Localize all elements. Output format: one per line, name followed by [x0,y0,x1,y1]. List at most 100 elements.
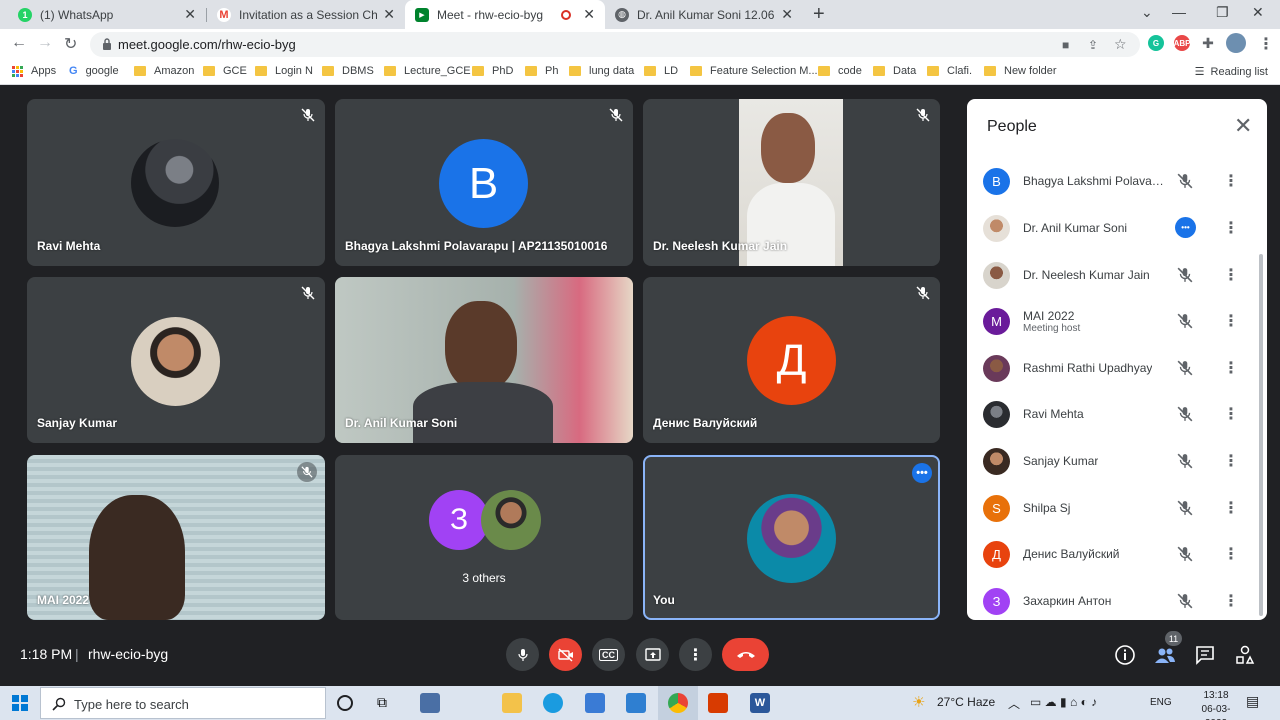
bookmark-dbms[interactable]: DBMS [322,65,374,77]
mail-icon[interactable] [626,693,646,713]
browser-tab-gmail[interactable]: M Invitation as a Session Chair/ Co ✕ [207,0,405,29]
extensions-puzzle-icon[interactable]: ✚ [1200,35,1216,51]
task-view-icon[interactable]: ⧉ [377,694,397,714]
notifications-icon[interactable]: ▤ [1246,693,1259,710]
weather-text[interactable]: 27°C Haze [937,695,995,709]
mic-off-icon[interactable] [1177,453,1193,469]
participant-row[interactable]: Dr. Anil Kumar Soni ••• ⋮ [967,210,1257,256]
close-tab-icon[interactable]: ✕ [184,6,196,23]
chrome-menu-icon[interactable]: ⋮ [1258,34,1274,54]
meeting-details-info-icon[interactable] [1114,644,1136,666]
mic-off-icon[interactable] [1177,546,1193,562]
browser-tab-meet[interactable]: ▶ Meet - rhw-ecio-byg ✕ [405,0,605,29]
more-vert-icon[interactable]: ⋮ [1223,404,1239,424]
bookmark-apps[interactable]: Apps [12,65,56,77]
more-vert-icon[interactable]: ⋮ [1223,591,1239,611]
people-scrollbar[interactable] [1259,254,1263,616]
more-options-icon[interactable]: ••• [912,463,932,483]
more-options-button[interactable]: ⋮ [679,638,712,671]
close-window-icon[interactable]: ✕ [1252,4,1264,21]
participant-tile-anil-soni[interactable]: Dr. Anil Kumar Soni [335,277,633,443]
present-screen-button[interactable] [636,638,669,671]
participant-row[interactable]: M MAI 2022 Meeting host ⋮ [967,303,1257,349]
bookmark-new-folder[interactable]: New folder [984,65,1057,77]
browser-tab-whatsapp[interactable]: 1 (1) WhatsApp ✕ [8,0,206,29]
participant-tile-sanjay[interactable]: Sanjay Kumar [27,277,325,443]
minimize-icon[interactable]: — [1172,4,1186,20]
more-vert-icon[interactable]: ⋮ [1223,171,1239,191]
participant-row[interactable]: Rashmi Rathi Upadhyay ⋮ [967,350,1257,396]
bookmark-star-icon[interactable]: ☆ [1114,36,1127,53]
microsoft-store-icon[interactable] [585,693,605,713]
mic-off-icon[interactable] [1177,267,1193,283]
forward-arrow-icon[interactable]: → [37,34,53,52]
profile-avatar[interactable] [1226,33,1246,53]
participant-tile-mai-2022[interactable]: MAI 2022 [27,455,325,620]
participant-row[interactable]: Ravi Mehta ⋮ [967,396,1257,442]
maximize-icon[interactable]: ❐ [1216,4,1229,21]
close-tab-icon[interactable]: ✕ [383,6,395,23]
participant-tile-ravi-mehta[interactable]: Ravi Mehta [27,99,325,266]
participant-tile-you[interactable]: ••• You [643,455,940,620]
more-vert-icon[interactable]: ⋮ [1223,311,1239,331]
captions-button[interactable]: CC [592,638,625,671]
more-vert-icon[interactable]: ⋮ [1223,265,1239,285]
word-icon[interactable]: W [750,693,770,713]
back-arrow-icon[interactable]: ← [11,34,27,52]
bookmark-data[interactable]: Data [873,65,916,77]
reload-icon[interactable]: ↻ [64,34,77,54]
bookmark-login[interactable]: Login N [255,65,313,77]
more-vert-icon[interactable]: ⋮ [1223,451,1239,471]
close-tab-icon[interactable]: ✕ [781,6,793,23]
bookmark-lung-data[interactable]: lung data [569,65,634,77]
more-vert-icon[interactable]: ⋮ [1223,218,1239,238]
tab-search-chevron-icon[interactable]: ⌄ [1141,4,1153,21]
participant-row[interactable]: Dr. Neelesh Kumar Jain ⋮ [967,257,1257,303]
participant-row[interactable]: Д Денис Валуйский ⋮ [967,536,1257,582]
share-icon[interactable]: ⇪ [1088,38,1098,52]
mic-off-icon[interactable] [1177,173,1193,189]
participant-row[interactable]: S Shilpa Sj ⋮ [967,490,1257,536]
taskbar-active-app[interactable] [658,686,698,720]
bookmark-google[interactable]: G google [69,65,119,77]
windows-start-icon[interactable] [12,695,28,711]
taskbar-search-box[interactable]: Type here to search [40,687,326,719]
mic-off-icon[interactable] [1177,406,1193,422]
close-tab-icon[interactable]: ✕ [583,6,595,23]
adblock-icon[interactable]: ABP [1174,35,1190,51]
camera-off-button[interactable] [549,638,582,671]
bookmark-ph[interactable]: Ph [525,65,558,77]
language-indicator[interactable]: ENG [1150,697,1172,708]
participant-row[interactable]: З Захаркин Антон ⋮ [967,583,1257,620]
close-panel-icon[interactable]: ✕ [1234,113,1252,139]
participant-tile-bhagya[interactable]: B Bhagya Lakshmi Polavarapu | AP21135010… [335,99,633,266]
office-icon[interactable] [708,693,728,713]
cortana-icon[interactable] [337,695,353,711]
app-icon-photos[interactable] [420,693,440,713]
bookmark-feature-selection[interactable]: Feature Selection M... [690,65,818,77]
bookmark-lecture[interactable]: Lecture_GCE [384,65,471,77]
activities-icon[interactable] [1234,644,1256,666]
edge-browser-icon[interactable] [543,693,563,713]
show-hidden-icons-chevron[interactable]: ︿ [1008,695,1020,712]
participant-row[interactable]: Sanjay Kumar ⋮ [967,443,1257,489]
reading-list-button[interactable]: ☰ Reading list [1195,65,1268,78]
mic-off-icon[interactable] [1177,360,1193,376]
people-icon[interactable] [1154,644,1176,666]
file-explorer-icon[interactable] [502,693,522,713]
participant-tile-neelesh[interactable]: Dr. Neelesh Kumar Jain [643,99,940,266]
bookmark-ld[interactable]: LD [644,65,678,77]
bookmark-phd[interactable]: PhD [472,65,513,77]
new-tab-plus-icon[interactable]: + [813,3,825,26]
more-vert-icon[interactable]: ⋮ [1223,358,1239,378]
grammarly-icon[interactable]: G [1148,35,1164,51]
chat-icon[interactable] [1194,644,1216,666]
participant-row[interactable]: B Bhagya Lakshmi Polavara... ⋮ [967,163,1257,209]
system-tray-icons[interactable]: ▭ ☁ ▮ ⌂ ◐ ♪ [1030,695,1097,709]
bookmark-gce[interactable]: GCE [203,65,247,77]
bookmark-clafi[interactable]: Clafi. [927,65,972,77]
leave-call-button[interactable] [722,638,769,671]
bookmark-code[interactable]: code [818,65,862,77]
browser-tab-pdf[interactable]: ◍ Dr. Anil Kumar Soni 12.06.20.pdf ✕ [605,0,803,29]
bookmark-amazon[interactable]: Amazon [134,65,194,77]
